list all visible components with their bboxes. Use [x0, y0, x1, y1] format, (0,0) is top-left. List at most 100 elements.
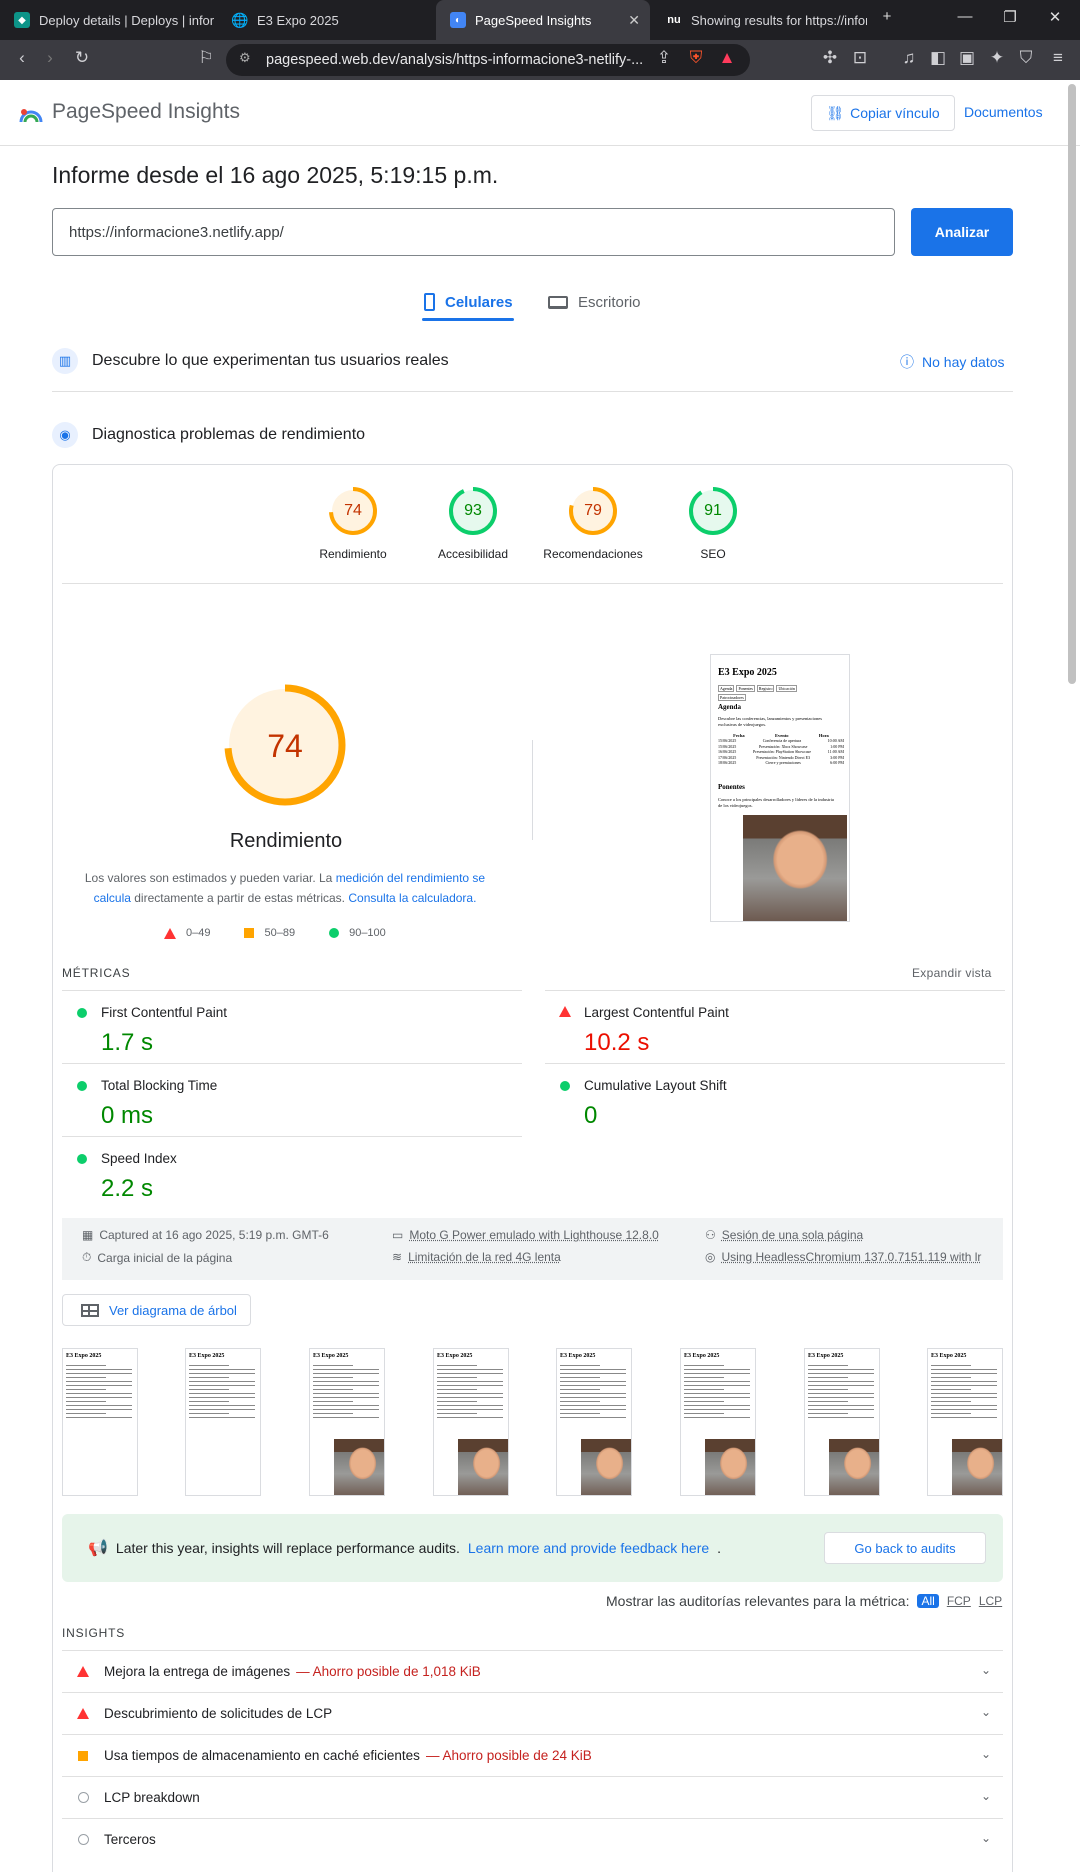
env-browser[interactable]: ◎ Using HeadlessChromium 137.0.7151.119 w…: [705, 1250, 1001, 1264]
thumb-line: [684, 1417, 750, 1418]
expand-view-button[interactable]: Expandir vista: [912, 966, 992, 980]
thumb-line: [931, 1373, 997, 1374]
chevron-down-icon[interactable]: ⌄: [981, 1705, 991, 1719]
thumb-photo: [581, 1439, 631, 1495]
chevron-down-icon[interactable]: ⌄: [981, 1789, 991, 1803]
score-gauge-accesibilidad[interactable]: 93 Accesibilidad: [413, 486, 533, 561]
browser-tab[interactable]: 🌐 E3 Expo 2025: [218, 0, 433, 40]
filter-fcp[interactable]: FCP: [947, 1594, 971, 1608]
browser-tab[interactable]: nu Showing results for https://infor: [652, 0, 867, 40]
insight-item[interactable]: Usa tiempos de almacenamiento en caché e…: [62, 1734, 1003, 1776]
insight-item[interactable]: Terceros ⌄: [62, 1818, 1003, 1860]
thumb-line: [808, 1409, 874, 1410]
runtime-settings: ▦ Captured at 16 ago 2025, 5:19 p.m. GMT-…: [62, 1218, 1003, 1280]
thumb-line: [808, 1405, 874, 1406]
thumb-line: [931, 1385, 997, 1386]
forward-icon[interactable]: ›: [38, 48, 62, 68]
insight-item[interactable]: Mejora la entrega de imágenes — Ahorro po…: [62, 1650, 1003, 1692]
vpn-icon[interactable]: ⛉: [1014, 48, 1038, 68]
timer-icon: ⏱: [82, 1250, 92, 1264]
env-device[interactable]: ▭ Moto G Power emulado with Lighthouse 12…: [392, 1228, 659, 1242]
tab-title: PageSpeed Insights: [475, 12, 592, 28]
feedback-link[interactable]: Learn more and provide feedback here: [468, 1540, 709, 1556]
insight-item[interactable]: Descubrimiento de solicitudes de LCP ⌄: [62, 1692, 1003, 1734]
docs-link[interactable]: Documentos: [964, 104, 1043, 120]
env-network[interactable]: ≋ Limitación de la red 4G lenta: [392, 1250, 561, 1264]
filter-lcp[interactable]: LCP: [979, 1594, 1002, 1608]
score-gauge-recomendaciones[interactable]: 79 Recomendaciones: [533, 486, 653, 561]
thumb-line: [684, 1401, 724, 1402]
thumb-line: [313, 1405, 379, 1406]
browser-tab[interactable]: ◆ Deploy details | Deploys | inform: [0, 0, 215, 40]
calculator-link[interactable]: Consulta la calculadora.: [348, 891, 476, 905]
tab-desktop[interactable]: Escritorio: [548, 282, 641, 322]
leo-ai-icon[interactable]: ✦: [985, 48, 1009, 68]
extensions-icon[interactable]: ✣: [818, 48, 842, 68]
thumb-line: [313, 1365, 353, 1366]
thumb-line: [66, 1389, 106, 1390]
performance-gauge: 74: [224, 684, 346, 806]
menu-icon[interactable]: ≡: [1046, 48, 1070, 68]
brave-rewards-icon[interactable]: ▲: [715, 48, 739, 68]
no-data-status[interactable]: ⓘ No hay datos: [900, 352, 1005, 372]
filter-all[interactable]: All: [917, 1594, 939, 1608]
bookmark-icon[interactable]: ⚐: [194, 48, 218, 68]
share-icon[interactable]: ⇪: [652, 48, 676, 68]
gauge-score: 79: [584, 502, 602, 519]
thumb-line: [931, 1401, 971, 1402]
thumb-line: [560, 1417, 626, 1418]
brave-shield-icon[interactable]: ⛨: [684, 48, 708, 68]
metric-value: 0 ms: [101, 1102, 154, 1129]
screenshot-icon[interactable]: ⊡: [848, 48, 872, 68]
session-icon: ⚇: [705, 1228, 716, 1242]
env-session[interactable]: ⚇ Sesión de una sola página: [705, 1228, 863, 1242]
thumb-line: [189, 1377, 229, 1378]
go-back-to-audits-button[interactable]: Go back to audits: [824, 1532, 986, 1564]
triangle-icon: [77, 1708, 89, 1719]
gauge-label: Recomendaciones: [543, 547, 643, 561]
url-input[interactable]: https://informacione3.netlify.app/: [52, 208, 895, 256]
chevron-down-icon[interactable]: ⌄: [981, 1747, 991, 1761]
chevron-down-icon[interactable]: ⌄: [981, 1831, 991, 1845]
music-icon[interactable]: ♫: [897, 48, 921, 68]
thumb-line: [189, 1405, 255, 1406]
tab-mobile[interactable]: Celulares: [424, 282, 513, 322]
filmstrip-frame: E3 Expo 2025: [433, 1348, 509, 1496]
sidebar-icon[interactable]: ◧: [926, 48, 950, 68]
tab-title: E3 Expo 2025: [257, 12, 339, 28]
minimize-icon[interactable]: —: [950, 8, 980, 25]
score-gauge-seo[interactable]: 91 SEO: [653, 486, 773, 561]
filmstrip-frame: E3 Expo 2025: [556, 1348, 632, 1496]
chrome-icon: ◎: [705, 1250, 716, 1264]
score-gauge-rendimiento[interactable]: 74 Rendimiento: [293, 486, 413, 561]
chevron-down-icon[interactable]: ⌄: [981, 1663, 991, 1677]
thumb-line: [684, 1393, 750, 1394]
thumb-line: [313, 1377, 353, 1378]
close-tab-icon[interactable]: ✕: [628, 12, 640, 29]
back-icon[interactable]: ‹: [10, 48, 34, 68]
close-window-icon[interactable]: ✕: [1040, 8, 1070, 26]
treemap-button[interactable]: Ver diagrama de árbol: [62, 1294, 251, 1326]
new-tab-icon[interactable]: +: [872, 8, 902, 25]
browser-tab-bar: ◆ Deploy details | Deploys | inform 🌐 E3…: [0, 0, 1080, 40]
insight-item[interactable]: LCP breakdown ⌄: [62, 1776, 1003, 1818]
thumb-line: [931, 1381, 997, 1382]
copy-link-button[interactable]: ⛓ Copiar vínculo: [811, 95, 955, 131]
thumb-line: [560, 1377, 600, 1378]
shot-table-row: 18/06/2025 Cierre y premiaciones 6:00 PM: [718, 760, 844, 766]
site-settings-icon[interactable]: ⚙: [239, 50, 251, 66]
legend-poor-label: 0–49: [186, 927, 211, 939]
wallet-icon[interactable]: ▣: [955, 48, 979, 68]
browser-tab-active[interactable]: ◐ PageSpeed Insights ✕: [436, 0, 650, 40]
thumb-line: [808, 1373, 874, 1374]
analyze-button[interactable]: Analizar: [911, 208, 1013, 256]
address-text: pagespeed.web.dev/analysis/https-informa…: [266, 52, 644, 68]
env-captured-text: Captured at 16 ago 2025, 5:19 p.m. GMT-6: [99, 1228, 329, 1242]
thumb-line: [808, 1393, 874, 1394]
reload-icon[interactable]: ↻: [70, 48, 94, 68]
env-network-text: Limitación de la red 4G lenta: [408, 1250, 561, 1264]
thumb-line: [560, 1389, 600, 1390]
scrollbar[interactable]: [1068, 84, 1076, 684]
restore-icon[interactable]: ❐: [995, 8, 1025, 26]
info-icon: ⓘ: [900, 354, 914, 370]
